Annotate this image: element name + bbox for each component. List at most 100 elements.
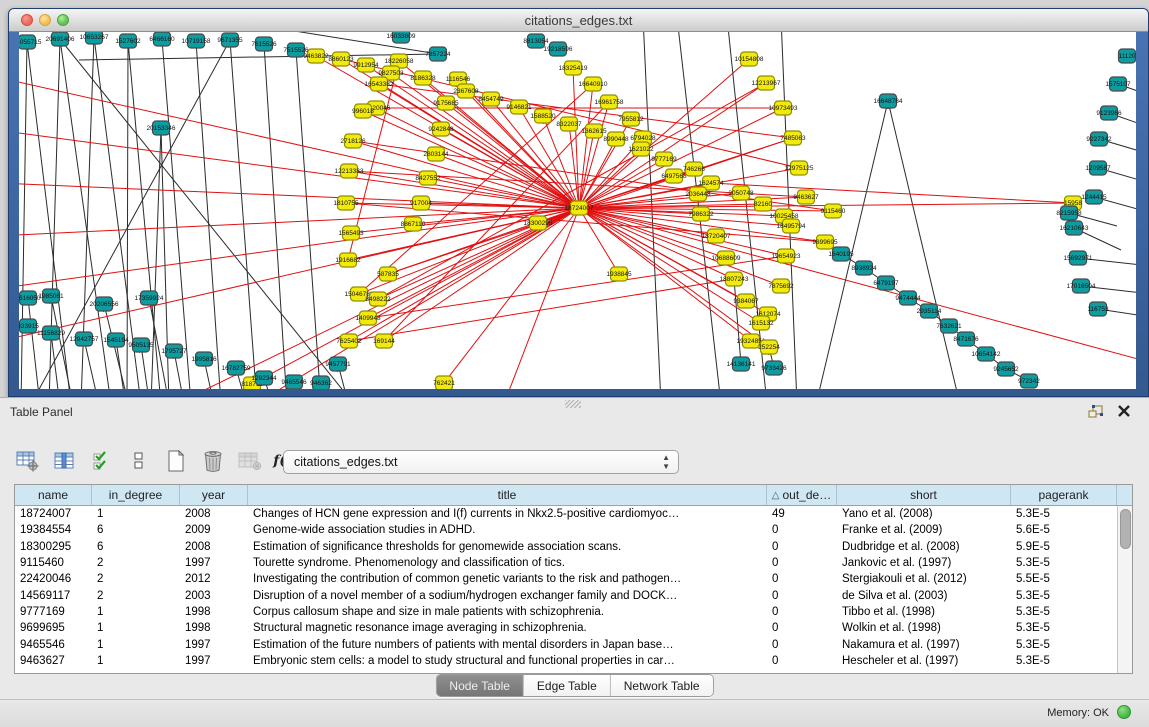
graph-node[interactable]: 2935114 [917,304,942,318]
graph-node[interactable]: 16648784 [874,94,903,108]
graph-node[interactable]: 8322037 [556,117,582,131]
graph-node[interactable]: 1244415 [1081,190,1107,204]
graph-node[interactable]: 1209587 [1085,161,1111,175]
graph-node[interactable]: 1575107 [1105,77,1131,91]
graph-node[interactable]: 2050748 [728,186,754,200]
graph-node[interactable]: 9384067 [733,294,759,308]
graph-node[interactable]: 7632621 [936,319,962,333]
graph-node[interactable]: 9123966 [1096,106,1122,120]
table-row[interactable]: 1872400712008Changes of HCN gene express… [15,506,1117,522]
graph-node[interactable]: 16640910 [579,77,608,91]
graph-node[interactable]: 9671355 [217,33,243,47]
graph-node[interactable]: 1795727 [161,344,187,358]
graph-node[interactable]: 17359924 [135,291,164,305]
graph-node[interactable]: 252254 [758,340,780,354]
create-column-icon[interactable] [164,450,188,472]
graph-node[interactable]: 10654142 [972,347,1001,361]
graph-node[interactable]: 11120 [1118,49,1135,63]
graph-node[interactable]: 16033809 [387,32,416,43]
graph-node[interactable]: 10653267 [80,32,109,44]
graph-node[interactable]: 10154808 [735,52,764,66]
table-selector-dropdown[interactable]: citations_edges.txt ▲▼ [283,450,679,474]
graph-node[interactable]: 116753 [1087,302,1109,316]
tab-edge-table[interactable]: Edge Table [524,675,611,696]
graph-node[interactable]: 7615526 [251,37,277,51]
graph-node[interactable]: 996018 [352,104,374,118]
graph-node[interactable]: 6466160 [149,32,175,46]
graph-node[interactable]: 20153346 [147,121,176,135]
vertical-scrollbar[interactable] [1117,506,1132,673]
network-window-titlebar[interactable]: citations_edges.txt [9,9,1148,32]
column-header-in_degree[interactable]: in_degree [92,485,180,505]
table-options-icon[interactable] [16,450,40,472]
table-row[interactable]: 969969511998Structural magnetic resonanc… [15,620,1117,636]
graph-node[interactable]: 169144 [373,334,395,348]
graph-node[interactable]: 2367608 [453,84,479,98]
column-header-short[interactable]: short [837,485,1011,505]
graph-node[interactable]: 9463627 [793,190,819,204]
table-row[interactable]: 946554611997Estimation of the future num… [15,636,1117,652]
graph-node[interactable]: 8938924 [851,261,877,275]
graph-node[interactable]: 8860123 [328,52,354,66]
float-panel-icon[interactable] [1087,404,1105,420]
graph-node[interactable]: 9733426 [761,361,787,375]
graph-node[interactable]: 7955812 [618,112,644,126]
table-row[interactable]: 1456911722003Disruption of a novel membe… [15,587,1117,603]
graph-node[interactable]: 14136141 [727,357,756,371]
graph-node[interactable]: 9777169 [651,152,677,166]
graph-node[interactable]: 917004 [410,196,432,210]
graph-node[interactable]: 1916682 [335,253,361,267]
graph-node[interactable]: 18325419 [559,61,588,75]
graph-node[interactable]: 1995816 [191,352,217,366]
graph-node[interactable]: 1938845 [606,267,632,281]
graph-node[interactable]: 7485063 [780,131,806,145]
graph-node[interactable]: 587835 [377,267,399,281]
graph-node[interactable]: 1527602 [115,34,141,48]
graph-node[interactable]: 9505135 [128,338,154,352]
graph-node[interactable]: 9227342 [1086,132,1112,146]
graph-node[interactable]: 20206556 [90,297,119,311]
graph-node[interactable]: 20691406 [46,32,75,46]
graph-node[interactable]: 1545194 [103,333,129,347]
graph-node[interactable]: 15692971 [1064,251,1093,265]
table-row[interactable]: 977716911998Corpus callosum shape and si… [15,604,1117,620]
unselect-all-icon[interactable] [127,450,151,472]
graph-node[interactable]: 12213967 [752,76,781,90]
graph-node[interactable]: 9465546 [281,375,307,389]
memory-status-icon[interactable] [1117,705,1131,719]
graph-node[interactable]: 2718126 [340,134,366,148]
graph-node[interactable]: 7875692 [768,279,794,293]
graph-node[interactable]: 8990448 [603,132,629,146]
graph-node[interactable]: 18720407 [702,229,731,243]
column-header-pagerank[interactable]: pagerank [1011,485,1117,505]
graph-node[interactable]: 7857224 [425,47,451,61]
table-row[interactable]: 911546021997Tourette syndrome. Phenomeno… [15,555,1117,571]
graph-node[interactable]: 972342 [1018,374,1040,388]
delete-column-icon[interactable] [201,450,225,472]
graph-node[interactable]: 2803144 [423,147,449,161]
graph-node[interactable]: 1985061 [38,289,64,303]
graph-node[interactable]: 746266 [683,162,705,176]
graph-node[interactable]: 9457791 [325,357,351,371]
column-header-year[interactable]: year [180,485,248,505]
graph-node[interactable]: 16961758 [595,95,624,109]
tab-node-table[interactable]: Node Table [436,675,524,696]
graph-node[interactable]: 14055715 [19,35,42,49]
graph-node[interactable]: 12975125 [785,161,814,175]
graph-node[interactable]: 8471676 [953,332,979,346]
graph-node[interactable]: 17016504 [1067,279,1096,293]
table-row[interactable]: 946362711997Embryonic stem cells: a mode… [15,653,1117,669]
table-row[interactable]: 1830029562008Estimation of significance … [15,539,1117,555]
select-all-icon[interactable] [90,450,114,472]
graph-node[interactable]: 9146821 [506,100,532,114]
graph-node[interactable]: 10719158 [182,34,211,48]
graph-node[interactable]: 8427552 [415,171,441,185]
graph-node[interactable]: 9115460 [821,204,846,218]
graph-node[interactable]: 9912954 [353,58,379,72]
graph-node[interactable]: 8454749 [478,92,504,106]
column-header-out_de[interactable]: △out_de… [767,485,837,505]
network-canvas[interactable]: 1872400794638228860123991295418226058982… [19,32,1136,389]
graph-node[interactable]: 762421 [433,376,455,389]
graph-node[interactable]: 6479197 [873,276,899,290]
close-panel-icon[interactable] [1117,404,1133,420]
